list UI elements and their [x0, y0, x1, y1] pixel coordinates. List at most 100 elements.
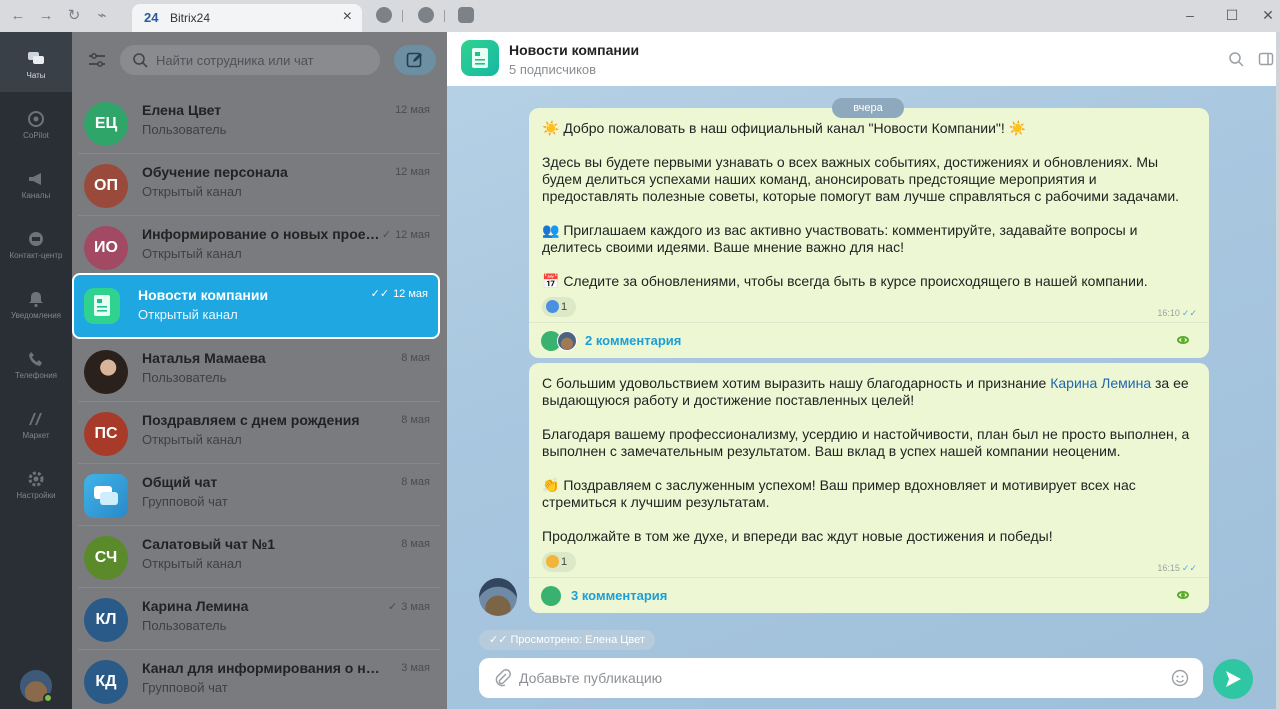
chat-list-item[interactable]: КД Канал для информирования о нов… Группов…	[78, 650, 440, 709]
reload-icon[interactable]: ↻	[64, 6, 84, 26]
chat-date: ✓ 12 мая	[382, 228, 430, 241]
chat-name: Наталья Мамаева	[142, 350, 266, 366]
rail-item-chats[interactable]: Чаты	[0, 46, 72, 102]
chat-list-item[interactable]: Новости компании Открытый канал ✓✓ 12 мая	[72, 273, 440, 339]
browser-tab[interactable]: 24 Bitrix24 ×	[132, 4, 362, 32]
send-button[interactable]	[1213, 659, 1253, 699]
subscriber-count[interactable]: 5 подписчиков	[509, 62, 596, 77]
chat-list-item[interactable]: ОП Обучение персонала Открытый канал 12 мая	[78, 154, 440, 216]
rail-item-notifications[interactable]: Уведомления	[0, 286, 72, 342]
back-arrow-icon[interactable]: ←	[8, 6, 28, 26]
chat-list-item[interactable]: Наталья Мамаева Пользователь 8 мая	[78, 340, 440, 402]
commenter-avatar	[557, 331, 577, 351]
date-text: 12 мая	[395, 104, 430, 116]
reaction-count: 1	[561, 556, 568, 568]
comments-bar[interactable]: 3 комментария	[529, 577, 1209, 613]
paperclip-icon[interactable]	[495, 669, 511, 687]
rail-item-copilot[interactable]: CoPilot	[0, 106, 72, 162]
reaction-wow[interactable]: 1	[542, 552, 576, 572]
post-paragraph: С большим удовольствием хотим выразить н…	[542, 375, 1192, 409]
chat-list-item[interactable]: ЕЦ Елена Цвет Пользователь 12 мая	[78, 92, 440, 154]
rail-label: Уведомления	[10, 311, 62, 320]
channel-post: С большим удовольствием хотим выразить н…	[529, 363, 1209, 613]
date-text: 12 мая	[395, 166, 430, 178]
wow-face-icon	[546, 555, 559, 568]
download-icon[interactable]	[376, 7, 392, 23]
double-check-icon: ✓✓	[489, 634, 511, 646]
user-mention-link[interactable]: Карина Лемина	[1050, 375, 1151, 391]
rail-item-telephony[interactable]: Телефония	[0, 346, 72, 402]
chat-avatar	[84, 350, 128, 394]
chat-date: 8 мая	[401, 476, 430, 488]
post-paragraph: Продолжайте в том же духе, и впереди вас…	[542, 528, 1053, 544]
chat-list-item[interactable]: КЛ Карина Лемина Пользователь ✓ 3 мая	[78, 588, 440, 650]
chat-date: 8 мая	[401, 352, 430, 364]
date-text: 12 мая	[393, 288, 428, 300]
search-icon[interactable]	[1228, 51, 1244, 67]
post-body: ☀️ Добро пожаловать в наш официальный ка…	[542, 120, 1192, 307]
filter-icon[interactable]	[88, 52, 106, 68]
chat-name: Елена Цвет	[142, 102, 222, 118]
close-window-icon[interactable]: ✕	[1258, 5, 1278, 25]
chat-list-item[interactable]: ПС Поздравляем с днем рождения Открытый ка…	[78, 402, 440, 464]
copilot-icon	[28, 111, 44, 127]
chat-list-item[interactable]: СЧ Салатовый чат №1 Открытый канал 8 мая	[78, 526, 440, 588]
search-input[interactable]	[156, 45, 376, 75]
rail-item-settings[interactable]: Настройки	[0, 466, 72, 522]
chat-list-item[interactable]: ИО Информирование о новых прое… Открытый к…	[78, 216, 440, 278]
date-text: 3 мая	[401, 662, 430, 674]
chat-name: Новости компании	[138, 287, 269, 303]
rail-label: CoPilot	[23, 131, 49, 140]
side-panel-icon[interactable]	[1258, 51, 1274, 67]
rail-label: Маркет	[22, 431, 50, 440]
forward-arrow-icon[interactable]: →	[36, 6, 56, 26]
search-icon	[133, 53, 148, 68]
window-edge	[1276, 32, 1280, 709]
chat-type: Открытый канал	[142, 184, 242, 199]
date-text: 8 мая	[401, 476, 430, 488]
link-icon[interactable]: ⌁	[92, 6, 112, 26]
chat-type: Пользователь	[142, 370, 227, 385]
tab-close-icon[interactable]: ×	[343, 8, 352, 26]
browser-top-bar: ← → ↻ ⌁ 24 Bitrix24 × – ☐ ✕	[0, 0, 1280, 32]
minimize-icon[interactable]: –	[1180, 5, 1200, 25]
post-paragraph: 👏 Поздравляем с заслуженным успехом! Ваш…	[542, 477, 1136, 510]
message-input[interactable]	[519, 658, 1139, 698]
chat-avatar: ПС	[84, 412, 128, 456]
rail-item-contact-center[interactable]: Контакт-центр	[0, 226, 72, 282]
chat-type: Пользователь	[142, 122, 227, 137]
comments-bar[interactable]: 2 комментария	[529, 322, 1209, 358]
chat-list-header	[72, 32, 447, 92]
comments-link[interactable]: 3 комментария	[571, 588, 667, 603]
chat-type: Открытый канал	[138, 307, 238, 322]
seen-text: Просмотрено: Елена Цвет	[510, 634, 645, 646]
search-box[interactable]	[120, 45, 380, 75]
chat-avatar	[84, 474, 128, 518]
channel-title[interactable]: Новости компании	[509, 42, 639, 58]
divider	[402, 10, 403, 22]
read-check-icon: ✓✓	[1181, 563, 1197, 573]
chat-type: Открытый канал	[142, 432, 242, 447]
post-paragraph: Здесь вы будете первыми узнавать о всех …	[542, 154, 1180, 204]
chat-list-panel: ЕЦ Елена Цвет Пользователь 12 мая ОП Обучение…	[72, 32, 447, 709]
reaction-like[interactable]: 1	[542, 297, 576, 317]
date-text: 8 мая	[401, 538, 430, 550]
post-body: С большим удовольствием хотим выразить н…	[542, 375, 1192, 562]
clock-icon[interactable]	[418, 7, 434, 23]
post-time: 16:10 ✓✓	[1157, 308, 1197, 319]
rail-item-market[interactable]: Маркет	[0, 406, 72, 462]
emoji-icon[interactable]	[1171, 669, 1189, 687]
cloud-icon[interactable]	[458, 7, 474, 23]
chat-name: Карина Лемина	[142, 598, 249, 614]
comments-link[interactable]: 2 комментария	[585, 333, 681, 348]
new-chat-button[interactable]	[394, 45, 436, 75]
chat-type: Открытый канал	[142, 556, 242, 571]
chat-date: ✓✓ 12 мая	[371, 287, 428, 300]
author-avatar[interactable]	[479, 578, 517, 616]
chat-list-item[interactable]: Общий чат Групповой чат 8 мая	[78, 464, 440, 526]
maximize-icon[interactable]: ☐	[1222, 5, 1242, 25]
rail-item-channels[interactable]: Каналы	[0, 166, 72, 222]
compose-icon	[406, 52, 422, 68]
chat-name: Канал для информирования о нов…	[142, 660, 382, 676]
read-check-icon: ✓✓	[1181, 308, 1197, 318]
